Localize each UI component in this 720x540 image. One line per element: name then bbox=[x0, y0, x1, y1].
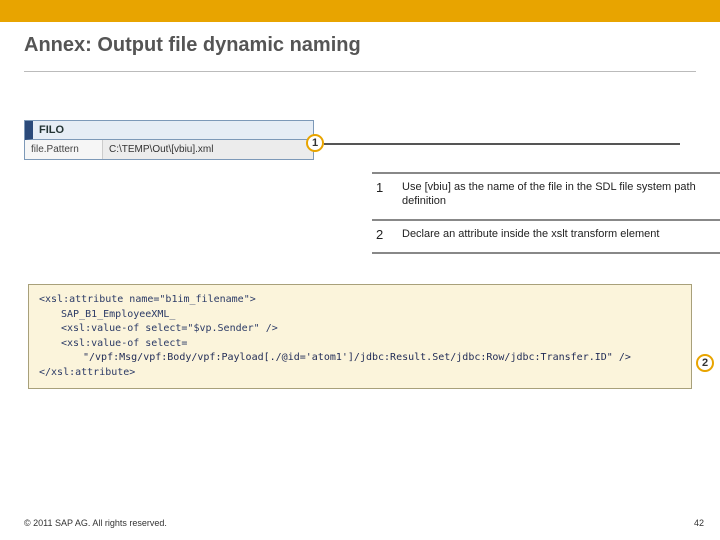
code-line: "/vpf:Msg/vpf:Body/vpf:Payload[./@id='at… bbox=[39, 351, 681, 366]
legend-row: 1 Use [vbiu] as the name of the file in … bbox=[372, 172, 720, 219]
callout-badge-1: 1 bbox=[306, 134, 324, 152]
legend-table: 1 Use [vbiu] as the name of the file in … bbox=[372, 172, 720, 254]
filo-row: file.Pattern C:\TEMP\Out\[vbiu].xml bbox=[25, 140, 313, 159]
copyright-text: © 2011 SAP AG. All rights reserved. bbox=[24, 518, 167, 528]
callout-badge-2: 2 bbox=[696, 354, 714, 372]
code-line: <xsl:attribute name="b1im_filename"> bbox=[39, 294, 256, 305]
code-line: SAP_B1_EmployeeXML_ bbox=[39, 308, 681, 323]
content-area: FILO file.Pattern C:\TEMP\Out\[vbiu].xml… bbox=[0, 72, 720, 389]
legend-num: 2 bbox=[372, 227, 402, 242]
code-line: <xsl:value-of select="$vp.Sender" /> bbox=[39, 322, 681, 337]
filo-field-label: file.Pattern bbox=[25, 140, 103, 159]
filo-panel: FILO file.Pattern C:\TEMP\Out\[vbiu].xml bbox=[24, 120, 314, 160]
code-line: <xsl:value-of select= bbox=[39, 337, 681, 352]
code-line: </xsl:attribute> bbox=[39, 367, 135, 378]
legend-text: Use [vbiu] as the name of the file in th… bbox=[402, 180, 720, 209]
filo-heading: FILO bbox=[25, 121, 313, 140]
code-snippet: <xsl:attribute name="b1im_filename"> SAP… bbox=[28, 284, 692, 389]
page-title: Annex: Output file dynamic naming bbox=[0, 22, 720, 71]
accent-bar bbox=[0, 0, 720, 22]
filo-field-value: C:\TEMP\Out\[vbiu].xml bbox=[103, 140, 313, 159]
legend-text: Declare an attribute inside the xslt tra… bbox=[402, 227, 720, 242]
legend-row: 2 Declare an attribute inside the xslt t… bbox=[372, 219, 720, 254]
legend-num: 1 bbox=[372, 180, 402, 209]
page-number: 42 bbox=[694, 518, 704, 528]
footer: © 2011 SAP AG. All rights reserved. 42 bbox=[24, 518, 704, 528]
callout-line bbox=[324, 143, 680, 145]
